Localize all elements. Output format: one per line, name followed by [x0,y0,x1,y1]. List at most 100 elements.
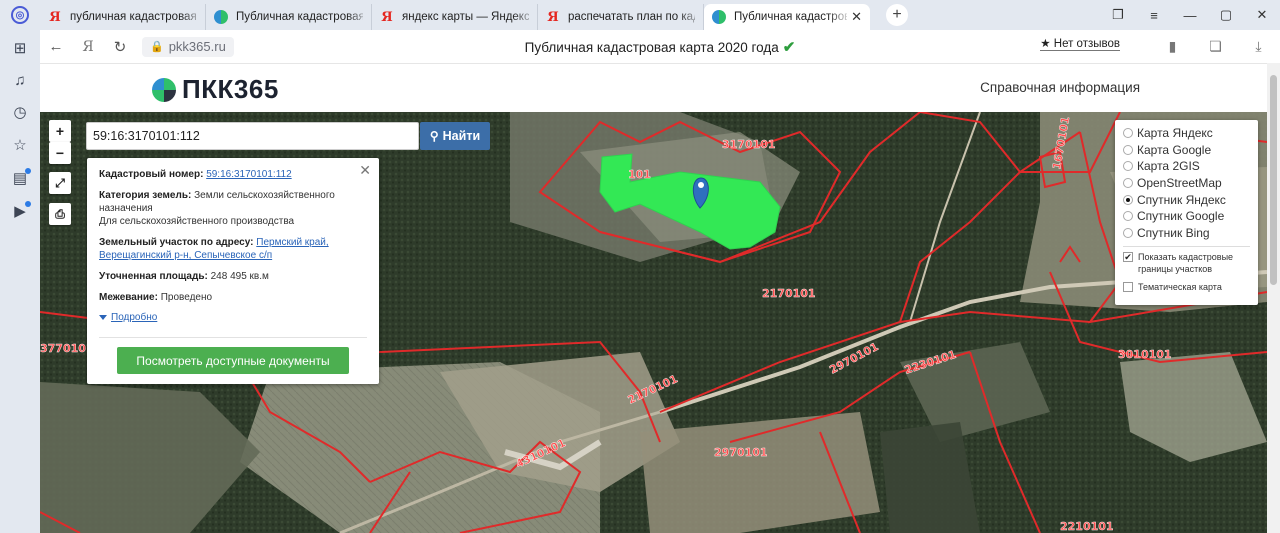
search-icon: ⚲ [429,129,439,143]
address-bar: Публичная кадастровая карта 2020 года ✔ ←… [40,30,1280,63]
radio-icon [1123,211,1133,222]
layer-yandex-map[interactable]: Карта Яндекс [1123,125,1250,142]
browser-logo[interactable]: ◎ [0,0,40,30]
radio-selected-icon [1123,194,1133,205]
quarter-label: 3010101 [1118,348,1172,361]
site-header: ПКК365 Справочная информация [40,63,1267,112]
quarter-label: 101 [628,168,651,181]
reader-mode-icon[interactable]: ❏ [1194,38,1237,55]
pkk-favicon-icon [214,10,228,24]
zoom-out-button[interactable]: − [49,142,71,164]
cadastral-search-input[interactable]: 59:16:3170101:112 [86,122,419,150]
menu-icon[interactable]: ≡ [1136,8,1172,23]
map-layers-panel: Карта Яндекс Карта Google Карта 2GIS Ope… [1115,120,1258,305]
radio-icon [1123,161,1133,172]
yandex-favicon-icon: Я [381,9,393,25]
layer-openstreetmap[interactable]: OpenStreetMap [1123,175,1250,192]
radio-icon [1123,144,1133,155]
tab-4[interactable]: Яраспечатать план по када [538,4,704,30]
download-icon[interactable]: ⤓ [1237,38,1280,55]
layer-google-map[interactable]: Карта Google [1123,142,1250,159]
yandex-favicon-icon: Я [49,9,61,25]
fullscreen-icon: ⤢ [55,175,65,190]
browser-logo-icon: ◎ [11,6,29,24]
radio-icon [1123,227,1133,238]
scrollbar-thumb[interactable] [1270,75,1277,285]
checkbox-icon [1123,282,1133,293]
quarter-label: 2970101 [827,340,880,377]
cadastral-number-row: Кадастровый номер: 59:16:3170101:112 [99,169,292,180]
history-clock-icon[interactable]: ◷ [11,104,29,122]
restore-icon[interactable]: ▢ [1208,7,1244,23]
apps-grid-icon[interactable]: ⊞ [11,40,29,58]
caret-down-icon [99,314,107,320]
bookmarks-star-icon[interactable]: ☆ [11,137,29,155]
quarter-label: 4310101 [514,436,568,470]
window-controls: ❐ ≡ — ▢ ✕ [1100,0,1280,30]
print-button[interactable]: ⎙ [49,203,71,225]
show-boundaries-option[interactable]: ✔ Показать кадастровые границы участков [1123,251,1250,275]
quarter-label: 2970101 [714,446,768,459]
pkk-logo-icon [152,77,176,102]
tab-title: Публичная кадастровая к [236,11,363,23]
layer-yandex-satellite[interactable]: Спутник Яндекс [1123,191,1250,208]
quarter-label: 1670101 [1050,115,1072,170]
fullscreen-button[interactable]: ⤢ [49,172,71,194]
bookmark-icon[interactable]: ▮ [1151,38,1194,55]
layer-bing-satellite[interactable]: Спутник Bing [1123,225,1250,242]
map-view[interactable]: 3170101 101 2170101 2170101 2970101 2230… [40,112,1267,533]
parcel-info-card: ✕ Кадастровый номер: 59:16:3170101:112 К… [87,158,379,384]
verified-check-icon: ✔ [782,38,796,56]
address-row: Земельный участок по адресу: Пермский кр… [99,237,329,261]
checkbox-checked-icon: ✔ [1123,252,1133,263]
video-play-icon[interactable]: ▶ [11,201,31,221]
reference-info-link[interactable]: Справочная информация [980,80,1140,95]
lock-icon: 🔒 [150,41,164,53]
new-tab-button[interactable]: + [886,4,908,26]
zoom-in-button[interactable]: + [49,120,71,142]
reload-icon[interactable]: ↻ [104,38,136,56]
print-icon: ⎙ [55,206,65,221]
close-window-icon[interactable]: ✕ [1244,7,1280,23]
search-button[interactable]: ⚲ Найти [420,122,490,150]
quarter-label: 3770101 [40,342,94,355]
notifications-bell-icon[interactable]: ♫ [11,72,29,90]
minimize-icon[interactable]: — [1172,8,1208,23]
tab-1[interactable]: Япубличная кадастровая к [40,4,206,30]
radio-icon [1123,128,1133,139]
yandex-favicon-icon: Я [547,9,559,25]
thematic-map-option[interactable]: Тематическая карта [1123,281,1250,293]
url-field[interactable]: 🔒 pkk365.ru [142,36,234,57]
quarter-label: 2210101 [1060,520,1114,533]
area-row: Уточненная площадь: 248 495 кв.м [99,271,269,282]
page-scrollbar[interactable] [1267,63,1280,533]
tab-title: публичная кадастровая к [70,11,197,23]
star-icon: ★ [1040,38,1051,50]
tab-strip: ◎ Япубличная кадастровая к Публичная кад… [0,0,1280,30]
quarter-label: 2170101 [626,372,680,406]
quarter-label: 2170101 [762,287,816,300]
view-documents-button[interactable]: Посмотреть доступные документы [117,347,349,374]
close-icon[interactable]: ✕ [359,162,371,179]
logo-text: ПКК365 [182,74,279,104]
category-row: Категория земель: Земли сельскохозяйстве… [99,190,335,227]
survey-row: Межевание: Проведено [99,292,213,303]
url-text: pkk365.ru [168,39,226,54]
yandex-home-icon[interactable]: Я [72,39,104,55]
details-link[interactable]: Подробно [99,312,367,323]
layer-google-satellite[interactable]: Спутник Google [1123,208,1250,225]
tab-2[interactable]: Публичная кадастровая к [206,4,372,30]
close-tab-icon[interactable]: ✕ [851,9,862,25]
layer-2gis-map[interactable]: Карта 2GIS [1123,158,1250,175]
site-logo[interactable]: ПКК365 [152,74,279,105]
reviews-link[interactable]: ★ Нет отзывов [1040,36,1120,51]
tab-5-active[interactable]: Публичная кадастровая✕ [704,4,870,30]
tab-title: яндекс карты — Яндекс: н [402,11,529,23]
tab-3[interactable]: Яяндекс карты — Яндекс: н [372,4,538,30]
collections-icon[interactable]: ▤ [11,168,31,188]
browser-sidebar: ⊞ ♫ ◷ ☆ ▤ ▶ [0,30,40,533]
radio-icon [1123,178,1133,189]
back-arrow-icon[interactable]: ← [40,38,72,55]
tabs-overview-icon[interactable]: ❐ [1100,7,1136,23]
cadastral-number-link[interactable]: 59:16:3170101:112 [206,169,291,180]
